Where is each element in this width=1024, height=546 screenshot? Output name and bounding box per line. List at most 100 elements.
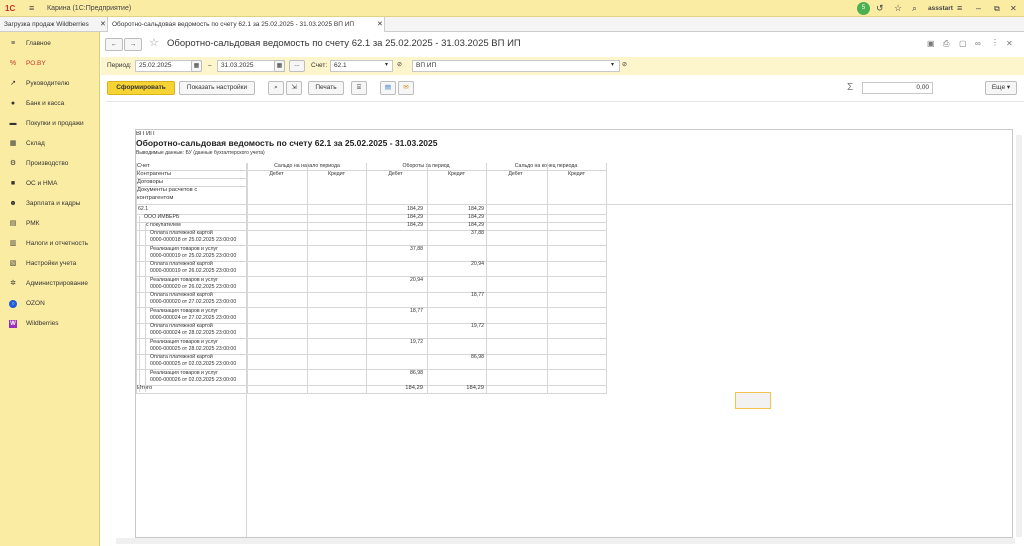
organization-input[interactable]: ВП ИП [412,60,620,72]
sidebar-item-salary[interactable]: ☻ Зарплата и кадры [0,196,100,212]
calendar-icon[interactable]: ▦ [191,60,202,72]
tab-osv-report[interactable]: Оборотно-сальдовая ведомость по счету 62… [108,17,385,32]
column-header: Кредит [568,171,585,177]
selected-cell [735,392,771,409]
main-menu-icon[interactable]: ≡ [29,2,34,15]
credit-turnover: 19,72 [471,323,484,329]
sidebar-item-accounting-settings[interactable]: ▧ Настройки учета [0,256,100,272]
table-row-label: Реализация товаров и услуг [150,338,219,345]
column-header: Кредит [328,171,345,177]
sidebar-item-main[interactable]: ≡ Главное [0,36,100,52]
table-row-label: Оплата платежной картой [150,261,213,267]
account-input[interactable]: 62.1 [330,60,393,72]
search-icon[interactable]: ⌕ [912,2,917,15]
sidebar-item-taxes[interactable]: ▥ Налоги и отчетность [0,236,100,252]
chevron-down-icon[interactable]: ▾ [611,61,614,68]
sidebar-item-rmk[interactable]: ▤ РМК [0,216,100,232]
column-group-header: Сальдо на конец периода [514,163,578,169]
mail-icon[interactable]: ✉ [398,81,414,95]
table-row-label: Оплата платежной картой [150,323,213,329]
notifications-icon[interactable]: 5 [857,2,870,15]
link-icon[interactable]: ⊘ [397,61,402,68]
horizontal-scrollbar[interactable] [116,538,1015,544]
find-next-icon[interactable]: ⇲ [286,81,302,95]
chart-icon: ↗ [10,80,16,87]
sidebar-item-warehouse[interactable]: ▦ Склад [0,136,100,152]
star-icon[interactable]: ☆ [894,2,902,15]
debit-turnover: 86,98 [410,369,423,376]
credit-turnover: 86,98 [471,354,484,360]
sidebar-item-assets[interactable]: ■ ОС и НМА [0,176,100,192]
table-row-document: 0000-000026 от 02.03.2025 23:00:00 [150,376,237,383]
table-row-document: 0000-000020 от 27.02.2025 23:00:00 [150,299,237,305]
tabs-bar: Загрузка продаж Wildberries ✕ Оборотно-с… [0,17,1024,32]
divider [136,204,1012,205]
divider [486,163,487,394]
close-icon[interactable]: ✕ [100,17,106,32]
more-button[interactable]: Еще ▾ [985,81,1017,95]
printer-icon[interactable]: ⎙ [943,39,949,49]
settings-menu-icon[interactable]: ≡ [957,2,962,15]
star-icon[interactable]: ☆ [149,36,159,50]
user-name[interactable]: assstart [928,2,953,15]
sidebar-item-bank[interactable]: ● Банк и касса [0,96,100,112]
sidebar-item-production[interactable]: ⚙ Производство [0,156,100,172]
link-icon[interactable]: ⊘ [622,61,627,68]
window-titlebar: 1С ≡ Карина (1С:Предприятие) 5 ↺ ☆ ⌕ ass… [0,0,1024,17]
show-settings-button[interactable]: Показать настройки [179,81,255,95]
sidebar-item-admin[interactable]: ✲ Администрирование [0,276,100,292]
period-select-button[interactable]: ... [289,60,305,72]
find-icon[interactable]: ⌕ [268,81,284,95]
preview-icon[interactable]: ⌸ [351,81,367,95]
column-header: Дебет [388,171,403,177]
calendar-icon[interactable]: ▦ [274,60,285,72]
chevron-down-icon[interactable]: ▾ [385,61,388,68]
table-row-document: 0000-000020 от 26.02.2025 23:00:00 [150,283,237,290]
print-button[interactable]: Печать [308,81,344,95]
generate-button[interactable]: Сформировать [107,81,175,95]
edit-icon[interactable]: ▢ [959,39,967,48]
more-vertical-icon[interactable]: ⋮ [991,38,999,47]
date-dash: – [208,62,212,69]
sidebar-item-ozon[interactable]: ○ OZON [0,296,100,312]
sidebar-item-wildberries[interactable]: W Wildberries [0,316,100,332]
truck-icon: ■ [10,180,16,187]
row-header: Контрагенты [137,171,172,177]
link-icon[interactable]: ∞ [975,39,981,48]
save-file-icon[interactable]: ▣ [927,39,935,48]
table-row-document: 0000-000024 от 27.02.2025 23:00:00 [150,314,237,321]
save-icon[interactable]: ▤ [380,81,396,95]
back-button[interactable]: ← [105,38,123,51]
credit-turnover: 18,77 [471,292,484,298]
cashier-icon: ▤ [9,220,17,227]
credit-turnover: 20,94 [471,261,484,267]
sidebar-item-purchases[interactable]: ▬ Покупки и продажи [0,116,100,132]
close-form-icon[interactable]: ✕ [1006,39,1013,48]
close-icon[interactable]: ✕ [1010,2,1017,15]
close-icon[interactable]: ✕ [377,17,383,32]
wildberries-icon: W [9,320,17,328]
total-label: Итого [137,385,237,392]
page-title: Оборотно-сальдовая ведомость по счету 62… [167,38,521,49]
table-row-document: 0000-000025 от 28.02.2025 23:00:00 [150,345,237,352]
restore-icon[interactable]: ⧉ [994,2,1000,15]
gear-icon: ✲ [10,280,16,287]
table-row-document: 0000-000019 от 26.02.2025 23:00:00 [150,268,237,274]
sidebar-item-manager[interactable]: ↗ Руководителю [0,76,100,92]
table-row-document: 0000-000024 от 28.02.2025 23:00:00 [150,330,237,336]
percent-icon: % [9,60,17,67]
column-group-header: Обороты за период [402,163,450,169]
factory-icon: ⚙ [9,160,17,167]
table-row-document: 0000-000019 от 25.02.2025 23:00:00 [150,252,237,259]
total-debit: 184,29 [405,385,423,391]
history-icon[interactable]: ↺ [876,2,884,15]
vertical-scrollbar[interactable] [1016,135,1022,537]
settings-doc-icon: ▧ [9,260,17,267]
sidebar-item-roby[interactable]: % РО.BY [0,56,100,72]
table-row-document: 0000-000025 от 02.03.2025 23:00:00 [150,361,237,367]
column-header: Кредит [448,171,465,177]
sigma-icon: Σ [847,82,854,93]
tab-wildberries-import[interactable]: Загрузка продаж Wildberries [0,17,108,32]
minimize-icon[interactable]: – [976,2,981,15]
forward-button[interactable]: → [124,38,142,51]
